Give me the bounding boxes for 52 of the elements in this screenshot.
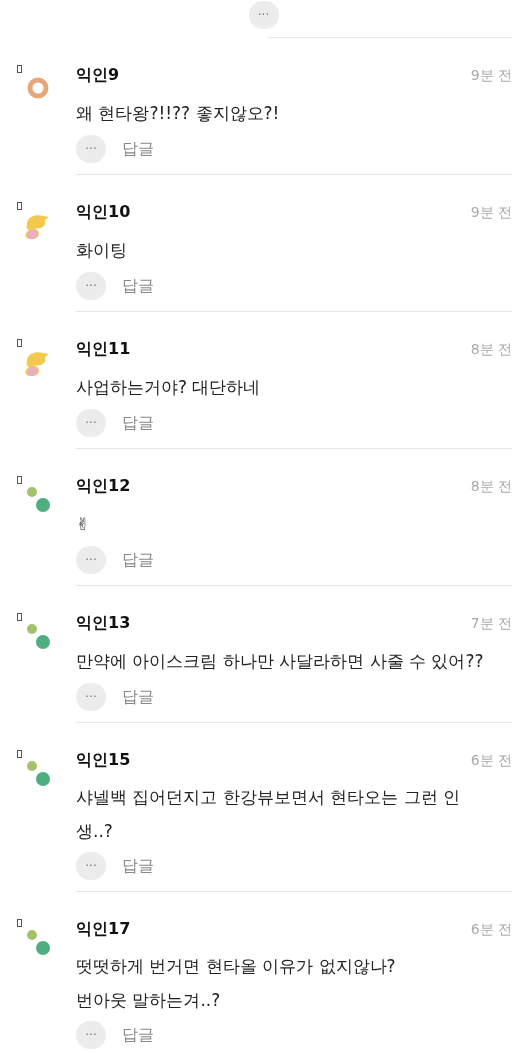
marker-icon (17, 65, 22, 73)
comment-text: 사업하는거야? 대단하네 (76, 376, 262, 399)
comment-time: 7분 전 (470, 613, 512, 633)
ring-avatar-icon (27, 77, 49, 99)
comment-text: 번아웃 말하는겨..? (76, 989, 222, 1012)
comment-text: ✌ (76, 513, 92, 536)
reply-button[interactable]: 답글 (122, 685, 154, 709)
more-button[interactable]: ··· (76, 409, 106, 437)
marker-icon (17, 202, 22, 210)
marker-icon (17, 613, 22, 621)
reply-button[interactable]: 답글 (122, 1023, 154, 1047)
dots-avatar-icon (25, 929, 51, 957)
author-name: 익인17 (76, 918, 131, 940)
marker-icon (17, 476, 22, 484)
more-button[interactable]: ··· (76, 135, 106, 163)
comment-text: 왜 현타왕?!!?? 좋지않오?! (76, 102, 281, 125)
comment-time: 9분 전 (470, 202, 512, 222)
more-button[interactable]: ··· (76, 1021, 106, 1049)
comment-text: 화이팅 (76, 239, 128, 262)
dots-avatar-icon (25, 760, 51, 788)
author-name: 익인11 (76, 338, 131, 360)
blob-avatar-icon (23, 349, 51, 379)
comment-text: 떳떳하게 번거면 현타올 이유가 없지않나? (76, 955, 397, 978)
marker-icon (17, 919, 22, 927)
more-button[interactable]: ··· (76, 683, 106, 711)
comment-text: 생..? (76, 820, 114, 843)
more-button[interactable]: ··· (76, 852, 106, 880)
more-button[interactable]: ··· (76, 546, 106, 574)
comment-time: 6분 전 (470, 750, 512, 770)
blob-avatar-icon (23, 212, 51, 242)
author-name: 익인10 (76, 201, 131, 223)
comment-time: 6분 전 (470, 919, 512, 939)
reply-button[interactable]: 답글 (122, 274, 154, 298)
reply-button[interactable]: 답글 (122, 411, 154, 435)
author-name: 익인15 (76, 749, 131, 771)
comment-time: 9분 전 (470, 65, 512, 85)
dots-avatar-icon (25, 486, 51, 514)
marker-icon (17, 750, 22, 758)
comment-text: 샤넬백 집어던지고 한강뷰보면서 현타오는 그런 인 (76, 786, 462, 809)
comment-time: 8분 전 (470, 476, 512, 496)
author-name: 익인12 (76, 475, 131, 497)
more-button[interactable]: ··· (248, 1, 279, 29)
comment-time: 8분 전 (470, 339, 512, 359)
reply-button[interactable]: 답글 (122, 137, 154, 161)
more-button[interactable]: ··· (76, 272, 106, 300)
author-name: 익인13 (76, 612, 131, 634)
author-name: 익인9 (76, 64, 120, 86)
comment-text: 만약에 아이스크림 하나만 사달라하면 사줄 수 있어?? (76, 650, 485, 673)
reply-button[interactable]: 답글 (122, 548, 154, 572)
dots-avatar-icon (25, 623, 51, 651)
reply-button[interactable]: 답글 (122, 854, 154, 878)
marker-icon (17, 339, 22, 347)
